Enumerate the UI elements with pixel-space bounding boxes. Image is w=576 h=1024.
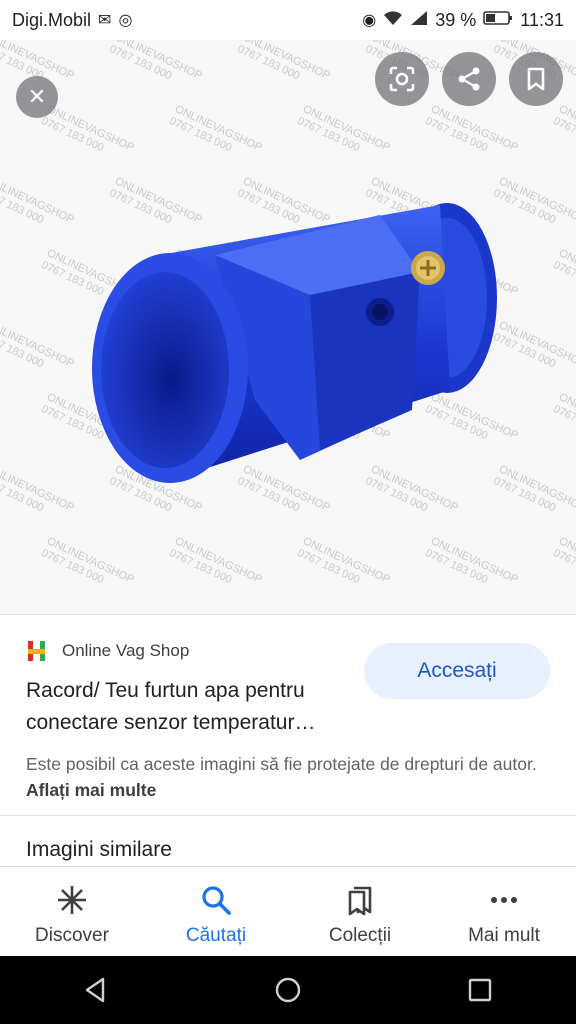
save-button[interactable] xyxy=(509,52,563,106)
whatsapp-icon: ◎ xyxy=(118,12,133,29)
signal-icon xyxy=(410,10,428,31)
status-bar: Digi.Mobil ✉ ◎ ◉ 39 % 11:31 xyxy=(0,0,576,40)
bottom-navigation: Discover Căutați Colecții Mai mult xyxy=(0,866,576,957)
learn-more-link[interactable]: Aflați mai multe xyxy=(26,780,156,800)
close-icon: ✕ xyxy=(27,84,47,109)
battery-percent: 39 % xyxy=(435,9,477,30)
copyright-text: Este posibil ca aceste imagini să fie pr… xyxy=(26,754,537,774)
nav-collections-label: Colecții xyxy=(328,925,392,946)
product-image[interactable] xyxy=(0,40,576,614)
home-icon[interactable] xyxy=(273,975,303,1005)
mail-icon: ✉ xyxy=(98,12,112,29)
title-line-1: Racord/ Teu furtun apa pentru xyxy=(26,679,305,702)
site-favicon-icon xyxy=(28,641,45,661)
lens-icon xyxy=(389,66,415,92)
back-icon[interactable] xyxy=(81,975,111,1005)
close-button[interactable]: ✕ xyxy=(16,76,58,118)
share-icon xyxy=(458,67,480,91)
system-navigation-bar xyxy=(0,956,576,1024)
source-name: Online Vag Shop xyxy=(62,641,190,660)
collections-icon xyxy=(348,886,372,916)
carrier-label: Digi.Mobil xyxy=(12,9,92,30)
copyright-notice: Este posibil ca aceste imagini să fie pr… xyxy=(26,751,556,803)
wifi-icon xyxy=(383,10,403,31)
nav-collections[interactable]: Colecții xyxy=(288,867,432,947)
section-divider xyxy=(0,815,576,816)
more-icon xyxy=(491,897,517,903)
nav-more[interactable]: Mai mult xyxy=(432,867,576,947)
result-info: Online Vag Shop Accesați Racord/ Teu fur… xyxy=(0,614,576,867)
access-button[interactable]: Accesați xyxy=(364,643,550,699)
nav-search-label: Căutați xyxy=(185,925,247,946)
recents-icon[interactable] xyxy=(465,975,495,1005)
image-viewer[interactable]: ONLINEVAGSHOP 0767 183 000 ONLINEVAGSHOP 07… xyxy=(0,40,576,614)
nav-discover[interactable]: Discover xyxy=(0,867,144,947)
similar-images-heading: Imagini similare xyxy=(26,838,172,861)
asterisk-icon xyxy=(58,886,86,914)
nav-more-label: Mai mult xyxy=(468,925,540,946)
share-button[interactable] xyxy=(442,52,496,106)
eye-icon: ◉ xyxy=(362,12,377,29)
source-row[interactable]: Online Vag Shop xyxy=(26,639,189,663)
battery-icon xyxy=(483,10,513,31)
title-line-2: conectare senzor temperatur… xyxy=(26,711,316,734)
lens-button[interactable] xyxy=(375,52,429,106)
nav-discover-label: Discover xyxy=(35,925,109,946)
search-icon xyxy=(202,886,231,915)
bookmark-icon xyxy=(527,67,545,91)
nav-search[interactable]: Căutați xyxy=(144,867,288,947)
clock: 11:31 xyxy=(520,9,564,30)
result-title[interactable]: Racord/ Teu furtun apa pentru conectare … xyxy=(26,675,356,739)
